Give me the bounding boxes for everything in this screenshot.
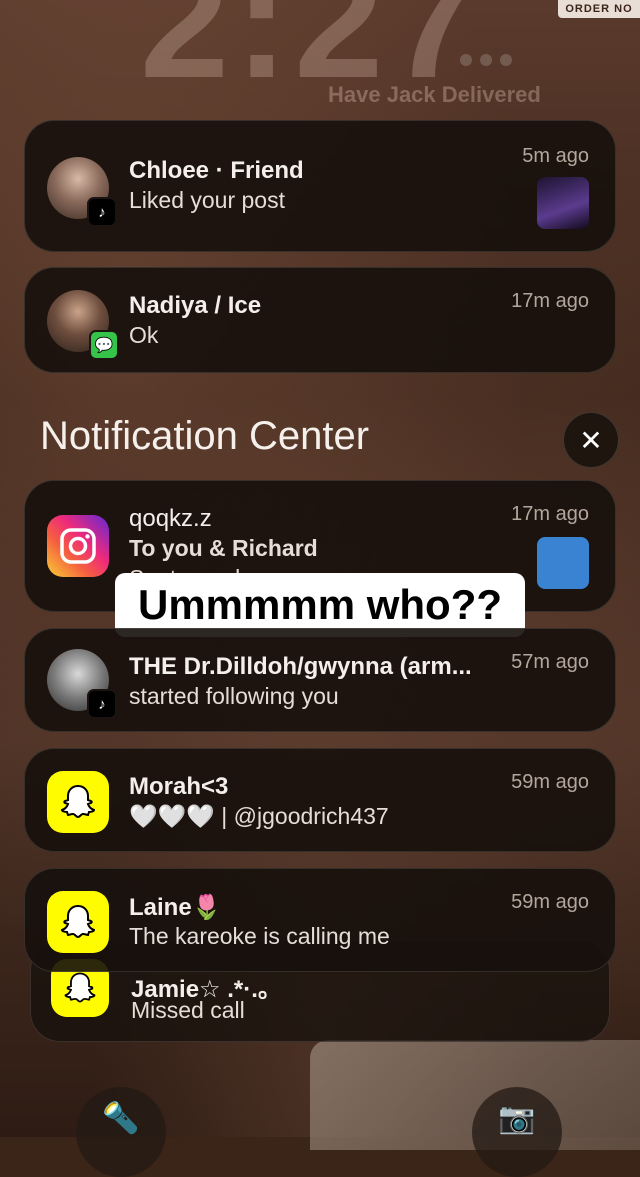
notification-time: 57m ago [511,651,589,673]
camera-icon: 📷 [498,1102,536,1135]
page-dots [460,54,512,66]
message-icon: 💬 [89,330,119,360]
notification-title: qoqkz.z [129,505,212,532]
snapchat-icon [47,771,109,833]
corner-tag: ORDER NO [558,0,640,18]
notification-time: 17m ago [511,503,589,525]
notification-time: 17m ago [511,290,589,312]
notification-tiktok-chloee[interactable]: ♪ Chloee · Friend Liked your post 5m ago [24,120,616,252]
notification-body: Missed call [131,997,245,1023]
live-activity-text: Have Jack Delivered [328,82,541,107]
flashlight-icon: 🔦 [102,1102,140,1135]
instagram-icon [47,515,109,577]
notification-body: The kareoke is calling me [129,923,390,949]
notification-time: 5m ago [522,145,589,167]
notification-body: Ok [129,322,159,348]
notification-body: Liked your post [129,187,285,213]
notification-title: Morah<3 [129,773,229,800]
reel-thumbnail [537,537,589,589]
close-button[interactable]: ✕ [563,412,619,468]
notification-tiktok-follow[interactable]: ♪ THE Dr.Dilldoh/gwynna (arm... started … [24,628,616,732]
notification-snapchat-morah[interactable]: Morah<3 🤍🤍🤍 | @jgoodrich437 59m ago [24,748,616,852]
notification-title: THE Dr.Dilldoh/gwynna (arm... [129,653,472,680]
flashlight-button[interactable]: 🔦 [76,1087,166,1177]
close-icon: ✕ [579,424,603,456]
notification-title: Chloee · Friend [129,157,304,184]
notification-time: 59m ago [511,771,589,793]
notification-time: 59m ago [511,891,589,913]
notification-body: started following you [129,683,339,709]
snapchat-icon [47,891,109,953]
notification-title: Laine🌷 [129,894,222,921]
notification-body: To you & Richard [129,535,318,561]
notification-messages-nadiya[interactable]: 💬 Nadiya / Ice Ok 17m ago [24,267,616,373]
notification-title: Nadiya / Ice [129,292,262,319]
camera-button[interactable]: 📷 [472,1087,562,1177]
tiktok-icon: ♪ [87,689,117,719]
post-thumbnail [537,177,589,229]
notification-body: 🤍🤍🤍 | @jgoodrich437 [129,803,389,829]
notification-snapchat-laine[interactable]: Laine🌷 The kareoke is calling me 59m ago [24,868,616,972]
tiktok-icon: ♪ [87,197,117,227]
notification-center-title: Notification Center [40,414,370,458]
